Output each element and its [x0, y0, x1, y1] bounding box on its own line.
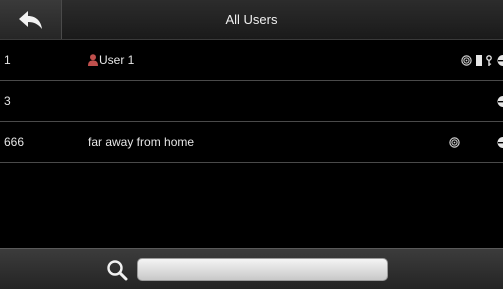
- user-id: 666: [4, 135, 25, 149]
- user-row[interactable]: 666 far away from home: [0, 122, 503, 163]
- admin-user-icon: [88, 54, 98, 66]
- user-name-cell: User 1: [88, 40, 134, 80]
- face-icon: [449, 136, 460, 148]
- user-name: far away from home: [88, 135, 195, 149]
- user-id: 3: [4, 94, 11, 108]
- verification-icons: [492, 81, 503, 121]
- verification-icons: [457, 40, 503, 80]
- fingerprint-icon: [497, 136, 503, 148]
- card-icon: [476, 54, 482, 66]
- fingerprint-icon: [497, 54, 503, 66]
- user-id: 1: [4, 53, 11, 67]
- user-row[interactable]: 1 User 1: [0, 40, 503, 81]
- search-button[interactable]: [106, 259, 128, 281]
- password-icon: [486, 54, 492, 66]
- user-row[interactable]: 3: [0, 81, 503, 122]
- search-input[interactable]: [137, 258, 388, 281]
- header-bar: All Users: [0, 0, 503, 40]
- search-icon: [107, 260, 128, 281]
- user-name: User 1: [99, 53, 135, 67]
- user-list: 1 User 1 3 666 far away from home: [0, 40, 503, 163]
- search-bar: [0, 248, 503, 289]
- fingerprint-icon: [497, 95, 503, 107]
- user-name-cell: far away from home: [88, 122, 194, 162]
- verification-icons: [445, 122, 503, 162]
- page-title: All Users: [225, 12, 278, 27]
- face-icon: [461, 54, 472, 66]
